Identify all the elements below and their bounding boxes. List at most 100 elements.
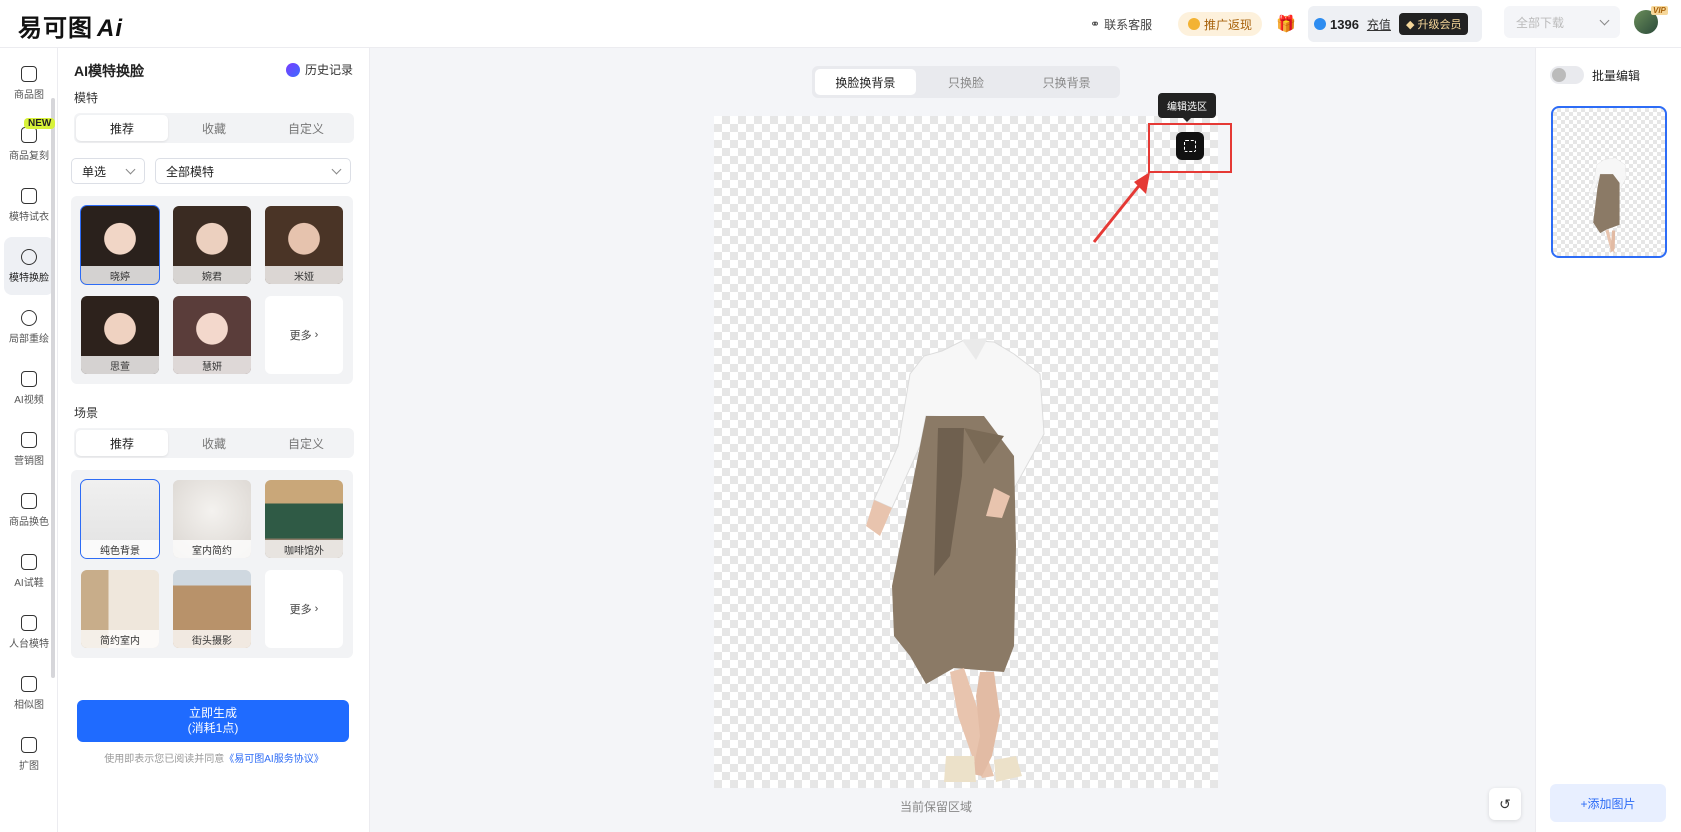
edit-selection-button[interactable] xyxy=(1176,132,1204,160)
more-scenes-button[interactable]: 更多 › xyxy=(265,570,343,648)
mannequin-icon xyxy=(21,614,37,631)
sidebar-item-similar[interactable]: 相似图 xyxy=(4,664,54,722)
more-models-button[interactable]: 更多 › xyxy=(265,296,343,374)
promo-button[interactable]: 推广返现 xyxy=(1178,12,1263,36)
sidebar-item-label: 扩图 xyxy=(19,760,39,772)
tab-scene-favorite[interactable]: 收藏 xyxy=(168,430,260,456)
tab-swap-face-only[interactable]: 只换脸 xyxy=(916,69,1017,95)
sidebar-item-video[interactable]: AI视频 xyxy=(4,359,54,417)
video-icon xyxy=(21,370,37,387)
model-thumb[interactable]: 思萱 xyxy=(81,296,159,374)
model-section-label: 模特 xyxy=(74,91,99,105)
new-badge: NEW xyxy=(24,118,56,129)
sidebar-item-marketing[interactable]: 营销图 xyxy=(4,420,54,478)
upgrade-button[interactable]: ◆ 升级会员 xyxy=(1398,13,1469,35)
canvas-caption: 当前保留区域 xyxy=(900,800,973,814)
app-logo[interactable]: 易可图 Ai xyxy=(18,8,123,43)
coin-icon xyxy=(1188,18,1200,30)
generate-button[interactable]: 立即生成 (消耗1点) xyxy=(77,700,349,742)
model-thumb[interactable]: 婉君 xyxy=(173,206,251,284)
batch-edit-label: 批量编辑 xyxy=(1592,69,1641,83)
sidebar-item-label: 人台模特 xyxy=(9,638,49,650)
top-bar: 易可图 Ai ⚭ 联系客服 推广返现 🎁 1396 充值 ◆ 升级会员 全部下载 V… xyxy=(0,0,1681,48)
sidebar-item-product[interactable]: 商品图 xyxy=(4,54,54,112)
repaint-icon xyxy=(21,309,37,326)
tab-swap-face-bg[interactable]: 换脸换背景 xyxy=(815,69,916,95)
side-nav: 商品图商品复刻模特试衣模特换脸局部重绘 AI视频营销图商品换色 AI试鞋人台模特相似… xyxy=(0,48,58,832)
sidebar-item-shoe[interactable]: AI试鞋 xyxy=(4,542,54,600)
recharge-link[interactable]: 充值 xyxy=(1367,16,1391,33)
model-grid: 晓婷 婉君 米娅 思萱 慧妍 更多 › xyxy=(71,196,353,384)
model-tabs: 推荐 收藏 自定义 xyxy=(74,113,354,143)
chevron-down-icon xyxy=(331,164,342,174)
tab-model-custom[interactable]: 自定义 xyxy=(260,115,352,141)
sidebar-item-label: 模特换脸 xyxy=(9,272,49,284)
scene-thumb[interactable]: 纯色背景 xyxy=(80,479,160,559)
shirt-icon xyxy=(21,187,37,204)
face-icon xyxy=(21,248,37,265)
sidebar-item-repaint[interactable]: 局部重绘 xyxy=(4,298,54,356)
scene-thumb[interactable]: 咖啡馆外 xyxy=(265,480,343,558)
gift-icon[interactable]: 🎁 xyxy=(1276,12,1296,36)
tab-model-recommend[interactable]: 推荐 xyxy=(76,115,168,141)
batch-edit-toggle[interactable] xyxy=(1550,66,1584,84)
sidebar-item-label: 商品图 xyxy=(14,89,44,101)
product-icon xyxy=(21,65,37,82)
sidebar-item-shirt[interactable]: 模特试衣 xyxy=(4,176,54,234)
mode-tabs: 换脸换背景 只换脸 只换背景 xyxy=(812,66,1120,98)
expand-icon xyxy=(21,736,37,753)
sidebar-item-face[interactable]: 模特换脸 xyxy=(4,237,54,295)
select-mode-dropdown[interactable]: 单选 xyxy=(71,158,145,184)
sidebar-item-label: 相似图 xyxy=(14,699,44,711)
reset-view-icon[interactable]: ↺ xyxy=(1489,788,1521,820)
figure xyxy=(866,338,1045,782)
sidebar-item-label: 商品复刻 xyxy=(9,150,49,162)
chevron-down-icon xyxy=(1599,15,1610,25)
edit-selection-tooltip: 编辑选区 xyxy=(1158,93,1216,122)
panel-title: AI模特换脸 xyxy=(74,63,144,79)
pointer-arrow xyxy=(1092,172,1150,243)
headset-icon: ⚭ xyxy=(1090,17,1101,31)
settings-panel: AI模特换脸 历史记录 模特 推荐 收藏 自定义 单选 全部模特 晓婷 婉君 米… xyxy=(58,48,370,832)
model-thumb[interactable]: 米娅 xyxy=(265,206,343,284)
chevron-down-icon xyxy=(125,164,136,174)
color-drop-icon xyxy=(21,492,37,509)
sidebar-item-label: 营销图 xyxy=(14,455,44,467)
image-thumbnail[interactable] xyxy=(1551,106,1667,258)
add-image-button[interactable]: +添加图片 xyxy=(1550,784,1666,822)
scene-thumb[interactable]: 室内简约 xyxy=(173,480,251,558)
tab-swap-bg-only[interactable]: 只换背景 xyxy=(1016,69,1117,95)
scene-thumb[interactable]: 街头摄影 xyxy=(173,570,251,648)
tab-scene-recommend[interactable]: 推荐 xyxy=(76,430,168,456)
sidebar-item-mannequin[interactable]: 人台模特 xyxy=(4,603,54,661)
similar-icon xyxy=(21,675,37,692)
agreement-link[interactable]: 《易可图AI服务协议》 xyxy=(224,754,323,765)
shoe-icon xyxy=(21,553,37,570)
tab-scene-custom[interactable]: 自定义 xyxy=(260,430,352,456)
sidebar-item-label: AI视频 xyxy=(14,394,44,406)
balance-icon xyxy=(1314,18,1326,30)
sidebar-item-label: 局部重绘 xyxy=(9,333,49,345)
model-thumb[interactable]: 晓婷 xyxy=(80,205,160,285)
agreement-text: 使用即表示您已阅读并同意《易可图AI服务协议》 xyxy=(104,754,324,765)
thumbnail-figure xyxy=(1588,157,1627,254)
marketing-icon xyxy=(21,431,37,448)
selection-icon xyxy=(1184,140,1196,152)
download-all-button[interactable]: 全部下载 xyxy=(1504,6,1620,38)
contact-support-button[interactable]: ⚭ 联系客服 xyxy=(1090,12,1152,36)
history-button[interactable]: 历史记录 xyxy=(286,61,353,78)
sidebar-item-label: 商品换色 xyxy=(9,516,49,528)
sidebar-item-color-drop[interactable]: 商品换色 xyxy=(4,481,54,539)
model-filter-dropdown[interactable]: 全部模特 xyxy=(155,158,351,184)
scene-grid: 纯色背景 室内简约 咖啡馆外 简约室内 街头摄影 更多 › xyxy=(71,470,353,658)
side-scrollbar[interactable] xyxy=(51,98,55,678)
vip-badge: VIP xyxy=(1651,6,1668,15)
tab-model-favorite[interactable]: 收藏 xyxy=(168,115,260,141)
history-icon xyxy=(286,62,300,77)
model-thumb[interactable]: 慧妍 xyxy=(173,296,251,374)
sidebar-item-label: AI试鞋 xyxy=(14,577,44,589)
scene-thumb[interactable]: 简约室内 xyxy=(81,570,159,648)
scene-section-label: 场景 xyxy=(74,406,99,420)
sidebar-item-label: 模特试衣 xyxy=(9,211,49,223)
sidebar-item-expand[interactable]: 扩图 xyxy=(4,725,54,783)
